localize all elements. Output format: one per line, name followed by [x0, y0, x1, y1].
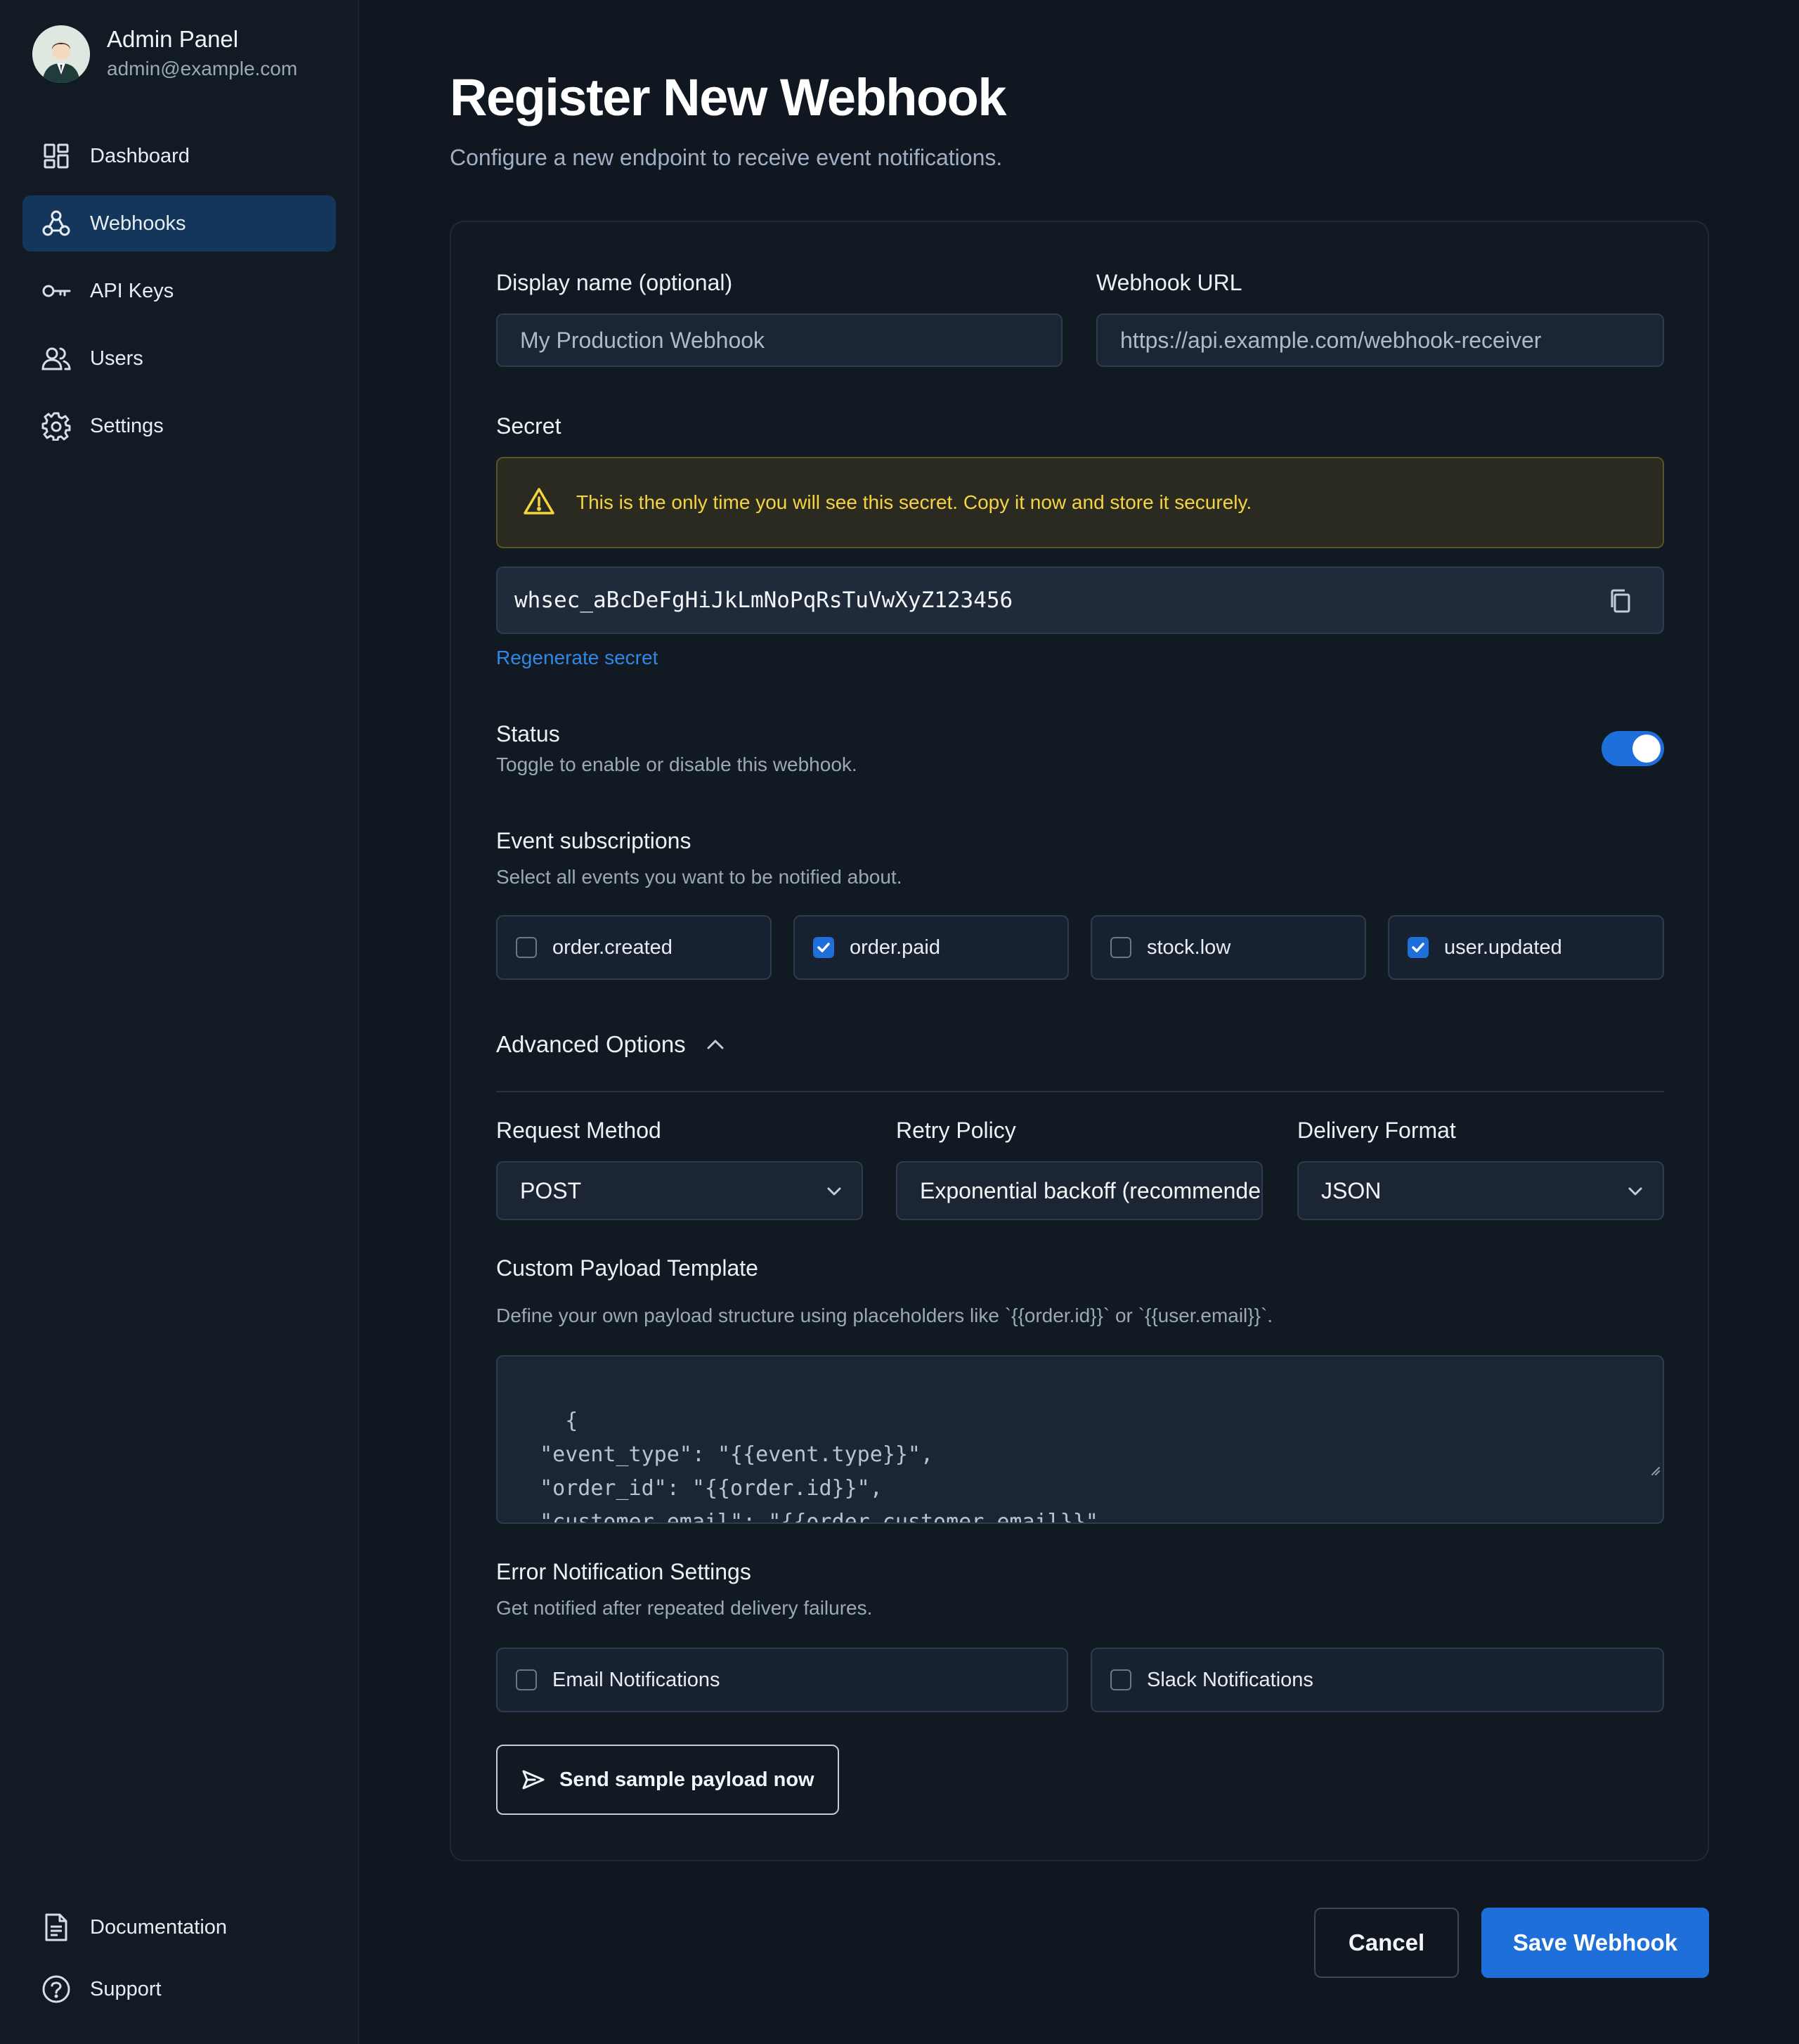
advanced-options-toggle[interactable]: Advanced Options	[496, 1023, 725, 1066]
avatar	[32, 25, 90, 83]
save-webhook-button[interactable]: Save Webhook	[1481, 1908, 1709, 1978]
resize-handle-icon[interactable]	[1573, 1418, 1660, 1520]
secret-field[interactable]: whsec_aBcDeFgHiJkLmNoPqRsTuVwXyZ123456	[496, 567, 1664, 634]
checkbox-label: order.paid	[850, 936, 940, 959]
payload-template-textarea[interactable]: { "event_type": "{{event.type}}", "order…	[496, 1355, 1664, 1524]
sidebar-item-label: Support	[90, 1977, 162, 2000]
divider	[496, 1091, 1664, 1092]
checkbox-label: Slack Notifications	[1147, 1668, 1313, 1691]
users-icon	[41, 343, 72, 374]
request-method-label: Request Method	[496, 1118, 661, 1143]
sidebar-item-label: Documentation	[90, 1915, 228, 1939]
retry-policy-value: Exponential backoff (recommended)	[920, 1177, 1263, 1203]
dashboard-icon	[41, 141, 72, 172]
display-name-label: Display name (optional)	[496, 270, 733, 295]
check-icon	[1412, 943, 1424, 952]
sidebar-item-settings[interactable]: Settings	[22, 398, 336, 454]
sidebar-item-support[interactable]: Support	[22, 1964, 336, 2014]
retry-policy-select[interactable]: Exponential backoff (recommended)	[896, 1161, 1263, 1220]
profile-email: admin@example.com	[107, 58, 298, 79]
checkbox-label: order.created	[552, 936, 673, 959]
warning-icon	[523, 487, 555, 519]
page-title: Register New Webhook	[450, 68, 1007, 127]
status-help: Toggle to enable or disable this webhook…	[496, 753, 857, 775]
cancel-button[interactable]: Cancel	[1314, 1908, 1459, 1978]
chevron-down-icon	[824, 1181, 845, 1208]
delivery-format-label: Delivery Format	[1297, 1118, 1456, 1143]
checkbox[interactable]	[516, 937, 537, 958]
sidebar-item-documentation[interactable]: Documentation	[22, 1902, 336, 1953]
check-icon	[817, 943, 830, 952]
send-sample-payload-button[interactable]: Send sample payload now	[496, 1745, 839, 1815]
retry-policy-label: Retry Policy	[896, 1118, 1016, 1143]
payload-template-label: Custom Payload Template	[496, 1255, 758, 1281]
sidebar-nav: Dashboard Webhooks API Keys Users Settin…	[22, 128, 336, 465]
sidebar-item-label: API Keys	[90, 279, 174, 302]
webhook-url-input[interactable]: https://api.example.com/webhook-receiver	[1096, 313, 1664, 367]
event-checkbox-order-paid[interactable]: order.paid	[793, 915, 1069, 980]
sidebar-item-label: Dashboard	[90, 144, 190, 167]
payload-template-value: { "event_type": "{{event.type}}", "order…	[540, 1409, 1098, 1524]
secret-label: Secret	[496, 413, 561, 439]
help-icon	[41, 1974, 72, 2005]
event-checkbox-order-created[interactable]: order.created	[496, 915, 772, 980]
key-icon	[41, 276, 72, 306]
copy-icon[interactable]	[1606, 588, 1635, 616]
checkbox[interactable]	[1110, 1669, 1131, 1690]
checkbox-label: Email Notifications	[552, 1668, 720, 1691]
checkbox[interactable]	[1110, 937, 1131, 958]
checkbox[interactable]	[1408, 937, 1429, 958]
sidebar-item-users[interactable]: Users	[22, 330, 336, 387]
sidebar-item-api-keys[interactable]: API Keys	[22, 263, 336, 319]
error-notifications-help: Get notified after repeated delivery fai…	[496, 1597, 873, 1619]
webhook-icon	[41, 208, 72, 239]
checkbox[interactable]	[516, 1669, 537, 1690]
page-subtitle: Configure a new endpoint to receive even…	[450, 145, 1003, 170]
request-method-select[interactable]: POST	[496, 1161, 863, 1220]
gear-icon	[41, 410, 72, 441]
display-name-input[interactable]: My Production Webhook	[496, 313, 1063, 367]
sidebar: Admin Panel admin@example.com Dashboard …	[0, 0, 359, 2044]
send-icon	[521, 1769, 545, 1790]
events-label: Event subscriptions	[496, 828, 691, 853]
sidebar-item-label: Webhooks	[90, 212, 186, 235]
sidebar-item-webhooks[interactable]: Webhooks	[22, 195, 336, 252]
events-help: Select all events you want to be notifie…	[496, 866, 902, 888]
sidebar-item-dashboard[interactable]: Dashboard	[22, 128, 336, 184]
send-sample-payload-label: Send sample payload now	[559, 1768, 814, 1791]
event-checkbox-stock-low[interactable]: stock.low	[1091, 915, 1366, 980]
status-toggle[interactable]	[1602, 731, 1664, 766]
webhook-url-label: Webhook URL	[1096, 270, 1242, 295]
delivery-format-select[interactable]: JSON	[1297, 1161, 1664, 1220]
email-notifications-checkbox[interactable]: Email Notifications	[496, 1648, 1068, 1712]
profile-name: Admin Panel	[107, 26, 239, 52]
regenerate-secret-link[interactable]: Regenerate secret	[496, 647, 658, 669]
chevron-up-icon	[706, 1037, 725, 1052]
advanced-options-label: Advanced Options	[496, 1031, 686, 1057]
status-label: Status	[496, 721, 560, 746]
secret-warning-text: This is the only time you will see this …	[576, 491, 1252, 513]
chevron-down-icon	[1625, 1181, 1646, 1208]
document-icon	[41, 1912, 72, 1943]
webhook-form-card: Display name (optional) My Production We…	[450, 221, 1709, 1861]
secret-value: whsec_aBcDeFgHiJkLmNoPqRsTuVwXyZ123456	[514, 588, 1013, 613]
profile[interactable]: Admin Panel admin@example.com	[32, 25, 297, 83]
request-method-value: POST	[520, 1177, 582, 1203]
payload-template-help: Define your own payload structure using …	[496, 1305, 1273, 1326]
sidebar-item-label: Users	[90, 347, 143, 370]
checkbox-label: user.updated	[1444, 936, 1562, 959]
secret-warning: This is the only time you will see this …	[496, 457, 1664, 548]
slack-notifications-checkbox[interactable]: Slack Notifications	[1091, 1648, 1664, 1712]
error-notifications-label: Error Notification Settings	[496, 1559, 751, 1584]
sidebar-item-label: Settings	[90, 414, 164, 437]
event-checkbox-user-updated[interactable]: user.updated	[1388, 915, 1664, 980]
sidebar-bottom-nav: Documentation Support	[22, 1902, 336, 2026]
toggle-knob	[1632, 735, 1661, 763]
checkbox[interactable]	[813, 937, 834, 958]
checkbox-label: stock.low	[1147, 936, 1231, 959]
delivery-format-value: JSON	[1321, 1177, 1382, 1203]
